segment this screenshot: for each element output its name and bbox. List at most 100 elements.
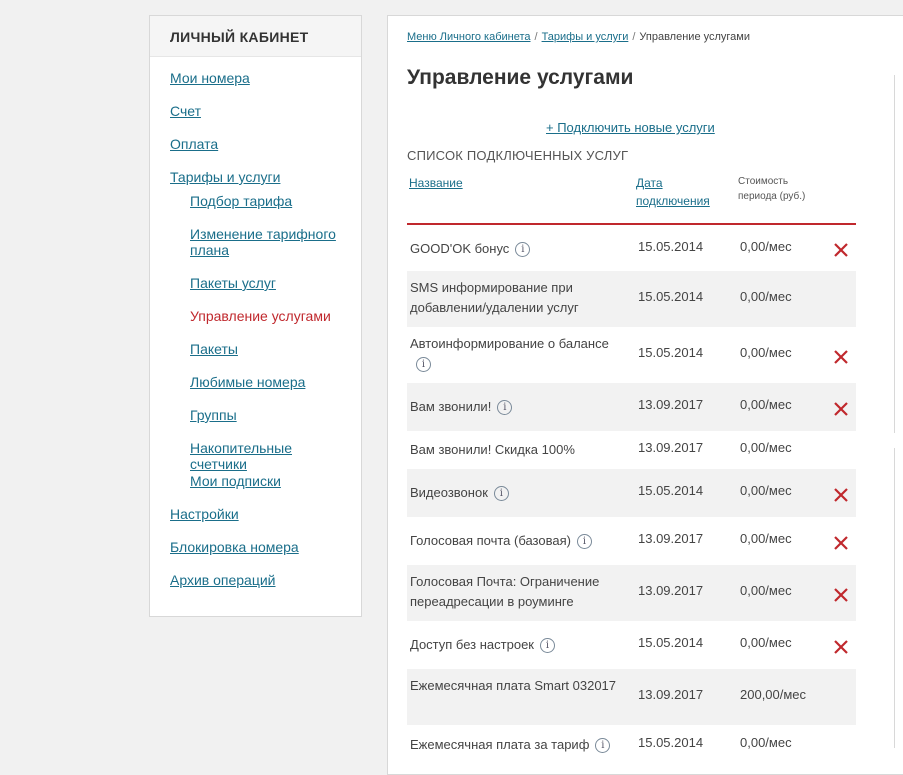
main-panel: Меню Личного кабинета / Тарифы и услуги / Уп… bbox=[387, 15, 903, 775]
table-row: Вам звонили! i 13.09.2017 0,00/мес bbox=[407, 383, 856, 431]
table-row: Ежемесячная плата за тариф i 15.05.2014 0,0… bbox=[407, 725, 856, 765]
sidebar-subitem-change-tariff[interactable]: Изменение тарифного плана bbox=[190, 226, 350, 258]
service-date: 15.05.2014 bbox=[638, 289, 704, 304]
info-icon[interactable]: i bbox=[515, 242, 531, 258]
service-price: 200,00/мес bbox=[740, 687, 807, 702]
service-date: 15.05.2014 bbox=[638, 345, 704, 360]
table-row: Видеозвонок i 15.05.2014 0,00/мес bbox=[407, 469, 856, 517]
service-name-text: Вам звонили! Скидка 100% bbox=[410, 442, 575, 457]
sidebar-subitem-groups[interactable]: Группы bbox=[190, 407, 350, 423]
delete-service-icon[interactable] bbox=[833, 349, 849, 365]
info-icon[interactable]: i bbox=[595, 738, 611, 754]
sidebar-subitem-favorite-numbers[interactable]: Любимые номера bbox=[190, 374, 350, 390]
service-date: 13.09.2017 bbox=[638, 531, 704, 546]
delete-service-icon[interactable] bbox=[833, 587, 849, 603]
service-price: 0,00/мес bbox=[740, 289, 792, 304]
service-name-text: Голосовая почта (базовая) bbox=[410, 533, 571, 548]
service-name-text: Вам звонили! bbox=[410, 399, 492, 414]
table-row: SMS информирование при добавлении/удален… bbox=[407, 271, 856, 327]
table-row: Автоинформирование о балансе i 15.05.2014 0… bbox=[407, 327, 856, 383]
table-row: Голосовая почта (базовая) i 13.09.2017 0,00… bbox=[407, 517, 856, 565]
service-name: GOOD'OK бонус i bbox=[410, 239, 620, 259]
sidebar-subitem-service-packages[interactable]: Пакеты услуг bbox=[190, 275, 350, 291]
breadcrumb-separator: / bbox=[632, 31, 636, 43]
service-price: 0,00/мес bbox=[740, 483, 792, 498]
breadcrumb-menu-link[interactable]: Меню Личного кабинета bbox=[407, 31, 531, 43]
service-name: Видеозвонок i bbox=[410, 483, 620, 503]
sidebar-item-tariffs-services[interactable]: Тарифы и услуги bbox=[170, 169, 280, 185]
service-name-text: Автоинформирование о балансе bbox=[410, 336, 609, 351]
sidebar-subitem-counters[interactable]: Накопительные счетчики bbox=[190, 440, 350, 472]
service-price: 0,00/мес bbox=[740, 735, 792, 750]
info-icon[interactable]: i bbox=[416, 357, 431, 373]
service-price: 0,00/мес bbox=[740, 635, 792, 650]
service-price: 0,00/мес bbox=[740, 239, 792, 254]
breadcrumb-current: Управление услугами bbox=[639, 31, 751, 43]
delete-service-icon[interactable] bbox=[833, 639, 849, 655]
service-name-text: SMS информирование при добавлении/удален… bbox=[410, 280, 579, 315]
services-list-caption: СПИСОК ПОДКЛЮЧЕННЫХ УСЛУГ bbox=[407, 148, 629, 163]
sidebar: ЛИЧНЫЙ КАБИНЕТ Мои номера Счет Оплата Та… bbox=[149, 15, 362, 617]
service-price: 0,00/мес bbox=[740, 583, 792, 598]
column-header-date-line2: подключения bbox=[636, 194, 710, 208]
delete-service-icon[interactable] bbox=[833, 487, 849, 503]
service-name: Ежемесячная плата за тариф i bbox=[410, 735, 620, 755]
service-price: 0,00/мес bbox=[740, 531, 792, 546]
sidebar-subitem-manage-services[interactable]: Управление услугами bbox=[190, 308, 350, 324]
service-name: Автоинформирование о балансе i bbox=[410, 334, 620, 374]
right-panel-edge bbox=[894, 448, 903, 748]
service-date: 13.09.2017 bbox=[638, 583, 704, 598]
breadcrumb: Меню Личного кабинета / Тарифы и услуги / Уп… bbox=[407, 31, 750, 43]
delete-service-icon[interactable] bbox=[833, 242, 849, 258]
sidebar-item-my-numbers[interactable]: Мои номера bbox=[170, 70, 250, 86]
service-date: 13.09.2017 bbox=[638, 397, 704, 412]
service-name: Вам звонили! i bbox=[410, 397, 620, 417]
info-icon[interactable]: i bbox=[576, 534, 592, 550]
sidebar-item-account[interactable]: Счет bbox=[170, 103, 201, 119]
service-name: SMS информирование при добавлении/удален… bbox=[410, 278, 620, 318]
service-date: 15.05.2014 bbox=[638, 635, 704, 650]
service-name: Доступ без настроек i bbox=[410, 635, 620, 655]
sidebar-subitem-packages[interactable]: Пакеты bbox=[190, 341, 350, 357]
service-name-text: Доступ без настроек bbox=[410, 637, 534, 652]
service-date: 13.09.2017 bbox=[638, 440, 704, 455]
table-row: Вам звонили! Скидка 100% 13.09.2017 0,00/м… bbox=[407, 431, 856, 469]
service-name: Вам звонили! Скидка 100% bbox=[410, 440, 620, 460]
service-name-text: Ежемесячная плата за тариф bbox=[410, 737, 590, 752]
table-row: Ежемесячная плата Smart 032017 13.09.2017… bbox=[407, 669, 856, 725]
breadcrumb-tariffs-link[interactable]: Тарифы и услуги bbox=[542, 31, 629, 43]
service-name-text: Голосовая Почта: Ограничение переадресац… bbox=[410, 574, 600, 609]
info-icon[interactable]: i bbox=[540, 638, 555, 654]
service-name-text: Видеозвонок bbox=[410, 485, 488, 500]
info-icon[interactable]: i bbox=[493, 486, 509, 502]
delete-service-icon[interactable] bbox=[833, 401, 849, 417]
column-header-date[interactable]: Дата подключения bbox=[636, 174, 710, 210]
sidebar-item-operations-archive[interactable]: Архив операций bbox=[170, 572, 276, 588]
service-date: 15.05.2014 bbox=[638, 239, 704, 254]
table-row: Голосовая Почта: Ограничение переадресац… bbox=[407, 565, 856, 621]
breadcrumb-separator: / bbox=[534, 31, 538, 43]
service-date: 15.05.2014 bbox=[638, 483, 704, 498]
page-title: Управление услугами bbox=[407, 66, 634, 89]
sidebar-title: ЛИЧНЫЙ КАБИНЕТ bbox=[150, 16, 361, 57]
service-name: Голосовая почта (базовая) i bbox=[410, 531, 620, 551]
service-name: Голосовая Почта: Ограничение переадресац… bbox=[410, 572, 620, 612]
column-header-date-line1: Дата bbox=[636, 176, 663, 190]
sidebar-subitem-subscriptions[interactable]: Мои подписки bbox=[190, 473, 350, 489]
right-panel-edge bbox=[894, 75, 903, 433]
sidebar-item-payment[interactable]: Оплата bbox=[170, 136, 218, 152]
info-icon[interactable]: i bbox=[497, 400, 513, 416]
sidebar-item-block-number[interactable]: Блокировка номера bbox=[170, 539, 299, 555]
add-services-link[interactable]: + Подключить новые услуги bbox=[546, 120, 715, 135]
column-header-price: Стоимость периода (руб.) bbox=[738, 174, 805, 204]
sidebar-subitem-tariff-selection[interactable]: Подбор тарифа bbox=[190, 193, 350, 209]
table-row: Доступ без настроек i 15.05.2014 0,00/мес bbox=[407, 621, 856, 669]
sidebar-item-settings[interactable]: Настройки bbox=[170, 506, 239, 522]
column-header-name[interactable]: Название bbox=[409, 174, 463, 192]
service-price: 0,00/мес bbox=[740, 345, 792, 360]
table-row: GOOD'OK бонус i 15.05.2014 0,00/мес bbox=[407, 225, 856, 271]
column-header-price-line1: Стоимость bbox=[738, 176, 789, 187]
service-name: Ежемесячная плата Smart 032017 bbox=[410, 676, 620, 696]
service-date: 13.09.2017 bbox=[638, 687, 704, 702]
delete-service-icon[interactable] bbox=[833, 535, 849, 551]
